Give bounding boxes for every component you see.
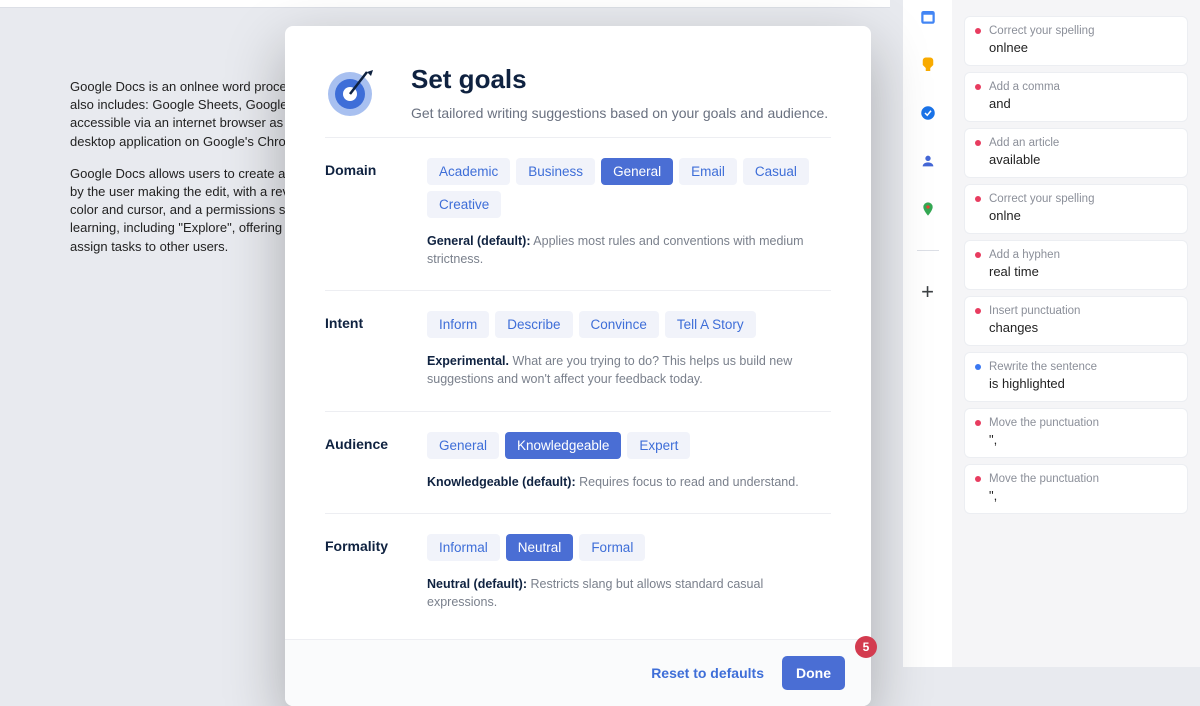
modal-title: Set goals [411, 64, 828, 95]
side-app-rail: + [902, 0, 952, 667]
suggestion-label: Add a hyphen [989, 249, 1175, 261]
domain-option-creative[interactable]: Creative [427, 191, 501, 218]
calendar-icon[interactable] [917, 6, 939, 28]
suggestion-value: onlne [989, 208, 1175, 223]
suggestion-card[interactable]: Move the punctuation ", [964, 464, 1188, 514]
done-button[interactable]: Done [782, 656, 845, 690]
suggestion-label: Insert punctuation [989, 305, 1175, 317]
intent-option-tell-a-story[interactable]: Tell A Story [665, 311, 756, 338]
contacts-icon[interactable] [917, 150, 939, 172]
intent-option-convince[interactable]: Convince [579, 311, 659, 338]
suggestion-dot-icon [975, 476, 981, 482]
audience-options: GeneralKnowledgeableExpert [427, 432, 831, 459]
audience-label: Audience [325, 432, 407, 491]
suggestion-value: changes [989, 320, 1175, 335]
intent-option-describe[interactable]: Describe [495, 311, 572, 338]
suggestion-dot-icon [975, 28, 981, 34]
suggestion-value: ", [989, 432, 1175, 447]
suggestion-dot-icon [975, 196, 981, 202]
audience-option-general[interactable]: General [427, 432, 499, 459]
domain-description: General (default): Applies most rules an… [427, 232, 831, 268]
formality-option-neutral[interactable]: Neutral [506, 534, 574, 561]
issue-counter-badge[interactable]: 5 [855, 636, 877, 658]
suggestion-value: available [989, 152, 1175, 167]
formality-option-formal[interactable]: Formal [579, 534, 645, 561]
intent-label: Intent [325, 311, 407, 388]
audience-option-knowledgeable[interactable]: Knowledgeable [505, 432, 621, 459]
suggestion-label: Correct your spelling [989, 193, 1175, 205]
formality-label: Formality [325, 534, 407, 611]
formality-description: Neutral (default): Restricts slang but a… [427, 575, 831, 611]
target-icon [325, 64, 379, 118]
audience-description: Knowledgeable (default): Requires focus … [427, 473, 831, 491]
suggestion-label: Correct your spelling [989, 25, 1175, 37]
suggestion-card[interactable]: Add an article available [964, 128, 1188, 178]
intent-option-inform[interactable]: Inform [427, 311, 489, 338]
suggestion-dot-icon [975, 140, 981, 146]
formality-options: InformalNeutralFormal [427, 534, 831, 561]
formality-section: Formality InformalNeutralFormal Neutral (d… [325, 513, 831, 639]
domain-option-academic[interactable]: Academic [427, 158, 510, 185]
suggestion-dot-icon [975, 364, 981, 370]
suggestion-label: Rewrite the sentence [989, 361, 1175, 373]
suggestion-value: is highlighted [989, 376, 1175, 391]
suggestion-dot-icon [975, 308, 981, 314]
suggestion-dot-icon [975, 84, 981, 90]
suggestion-card[interactable]: Rewrite the sentence is highlighted [964, 352, 1188, 402]
suggestion-value: real time [989, 264, 1175, 279]
formality-option-informal[interactable]: Informal [427, 534, 500, 561]
modal-header: Set goals Get tailored writing suggestio… [325, 64, 831, 137]
suggestion-dot-icon [975, 420, 981, 426]
suggestion-label: Add an article [989, 137, 1175, 149]
suggestion-value: ", [989, 488, 1175, 503]
suggestion-card[interactable]: Move the punctuation ", [964, 408, 1188, 458]
suggestion-value: onlnee [989, 40, 1175, 55]
intent-body: InformDescribe ConvinceTell A Story Experi… [427, 311, 831, 388]
modal-subtitle: Get tailored writing suggestions based o… [411, 105, 828, 121]
tasks-icon[interactable] [917, 102, 939, 124]
add-icon[interactable]: + [917, 281, 939, 303]
domain-option-email[interactable]: Email [679, 158, 737, 185]
suggestion-label: Move the punctuation [989, 473, 1175, 485]
suggestion-card[interactable]: Correct your spelling onlnee [964, 16, 1188, 66]
suggestion-card[interactable]: Add a comma and [964, 72, 1188, 122]
intent-section: Intent InformDescribe ConvinceTell A Story… [325, 290, 831, 410]
keep-icon[interactable] [917, 54, 939, 76]
domain-body: AcademicBusinessGeneralEmailCasual Creati… [427, 158, 831, 268]
audience-body: GeneralKnowledgeableExpert Knowledgeable … [427, 432, 831, 491]
suggestion-card[interactable]: Insert punctuation changes [964, 296, 1188, 346]
suggestion-value: and [989, 96, 1175, 111]
reset-defaults-button[interactable]: Reset to defaults [651, 665, 764, 681]
audience-section: AudienceGeneralKnowledgeableExpertKnowle… [325, 411, 831, 513]
intent-description: Experimental. What are you trying to do?… [427, 352, 831, 388]
rail-divider [917, 250, 939, 251]
domain-option-general[interactable]: General [601, 158, 673, 185]
suggestion-card[interactable]: Correct your spelling onlne [964, 184, 1188, 234]
domain-label: Domain [325, 158, 407, 268]
suggestion-label: Move the punctuation [989, 417, 1175, 429]
top-toolbar [0, 0, 890, 8]
suggestion-dot-icon [975, 252, 981, 258]
audience-option-expert[interactable]: Expert [627, 432, 690, 459]
domain-option-business[interactable]: Business [516, 158, 595, 185]
maps-icon[interactable] [917, 198, 939, 220]
domain-section: Domain AcademicBusinessGeneralEmailCasual… [325, 137, 831, 290]
intent-options: InformDescribe ConvinceTell A Story [427, 311, 831, 338]
modal-footer: Reset to defaults Done [285, 639, 871, 706]
suggestion-card[interactable]: Add a hyphen real time [964, 240, 1188, 290]
goals-modal: Set goals Get tailored writing suggestio… [285, 26, 871, 706]
suggestion-label: Add a comma [989, 81, 1175, 93]
domain-option-casual[interactable]: Casual [743, 158, 809, 185]
formality-body: InformalNeutralFormal Neutral (default): … [427, 534, 831, 611]
suggestions-panel: Correct your spelling onlnee Add a comma an… [952, 0, 1200, 667]
domain-options: AcademicBusinessGeneralEmailCasual Creati… [427, 158, 831, 218]
